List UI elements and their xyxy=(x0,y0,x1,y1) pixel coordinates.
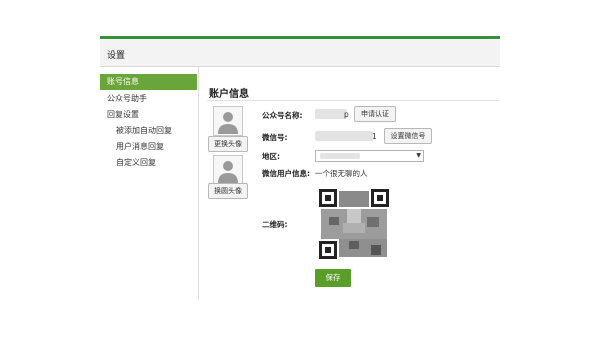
section-divider xyxy=(207,100,499,101)
sidebar-item-account-info[interactable]: 账号信息 xyxy=(100,74,197,90)
wechat-id-value xyxy=(315,131,373,141)
sidebar-item-custom-reply[interactable]: 自定义回复 xyxy=(100,155,197,171)
apply-verification-button[interactable]: 申请认证 xyxy=(354,106,396,122)
sidebar-item-assistant[interactable]: 公众号助手 xyxy=(100,91,197,107)
signature-value: 一个很无聊的人 xyxy=(315,169,368,178)
avatar-round xyxy=(213,155,243,185)
change-avatar-button[interactable]: 更换头像 xyxy=(208,136,248,152)
account-name-suffix: p xyxy=(344,110,349,119)
sidebar-item-reply-settings[interactable]: 回复设置 xyxy=(100,107,197,123)
region-label: 地区: xyxy=(262,152,280,161)
section-title: 账户信息 xyxy=(209,89,249,100)
sidebar-item-auto-reply[interactable]: 被添加自动回复 xyxy=(100,123,197,139)
user-silhouette-icon xyxy=(218,112,238,134)
sidebar-item-message-reply[interactable]: 用户消息回复 xyxy=(100,139,197,155)
account-name-value xyxy=(315,109,347,119)
set-wechat-id-button[interactable]: 设置微信号 xyxy=(384,128,432,144)
page-title: 设置 xyxy=(107,51,126,61)
region-value xyxy=(320,153,360,159)
user-silhouette-icon xyxy=(218,161,238,183)
round-avatar-button[interactable]: 换圆头像 xyxy=(208,183,248,199)
qrcode-label: 二维码: xyxy=(262,220,288,229)
qr-code-image xyxy=(319,189,389,259)
chevron-down-icon: ▼ xyxy=(416,152,421,159)
region-select[interactable]: ▼ xyxy=(315,150,424,162)
wechat-id-suffix: 1 xyxy=(372,132,377,141)
wechat-id-label: 微信号: xyxy=(262,133,288,142)
page-header: 设置 xyxy=(100,40,500,67)
account-info-panel: 账户信息 更换头像 换圆头像 公众号名称: p 申请认证 微信号: 1 设置微信… xyxy=(199,67,500,300)
signature-label: 微信用户信息: xyxy=(262,169,310,178)
account-name-label: 公众号名称: xyxy=(262,111,303,120)
save-button[interactable]: 保存 xyxy=(315,269,351,287)
sidebar: 账号信息 公众号助手 回复设置 被添加自动回复 用户消息回复 自定义回复 xyxy=(100,67,199,300)
avatar xyxy=(213,106,243,136)
top-accent-line xyxy=(100,36,500,39)
